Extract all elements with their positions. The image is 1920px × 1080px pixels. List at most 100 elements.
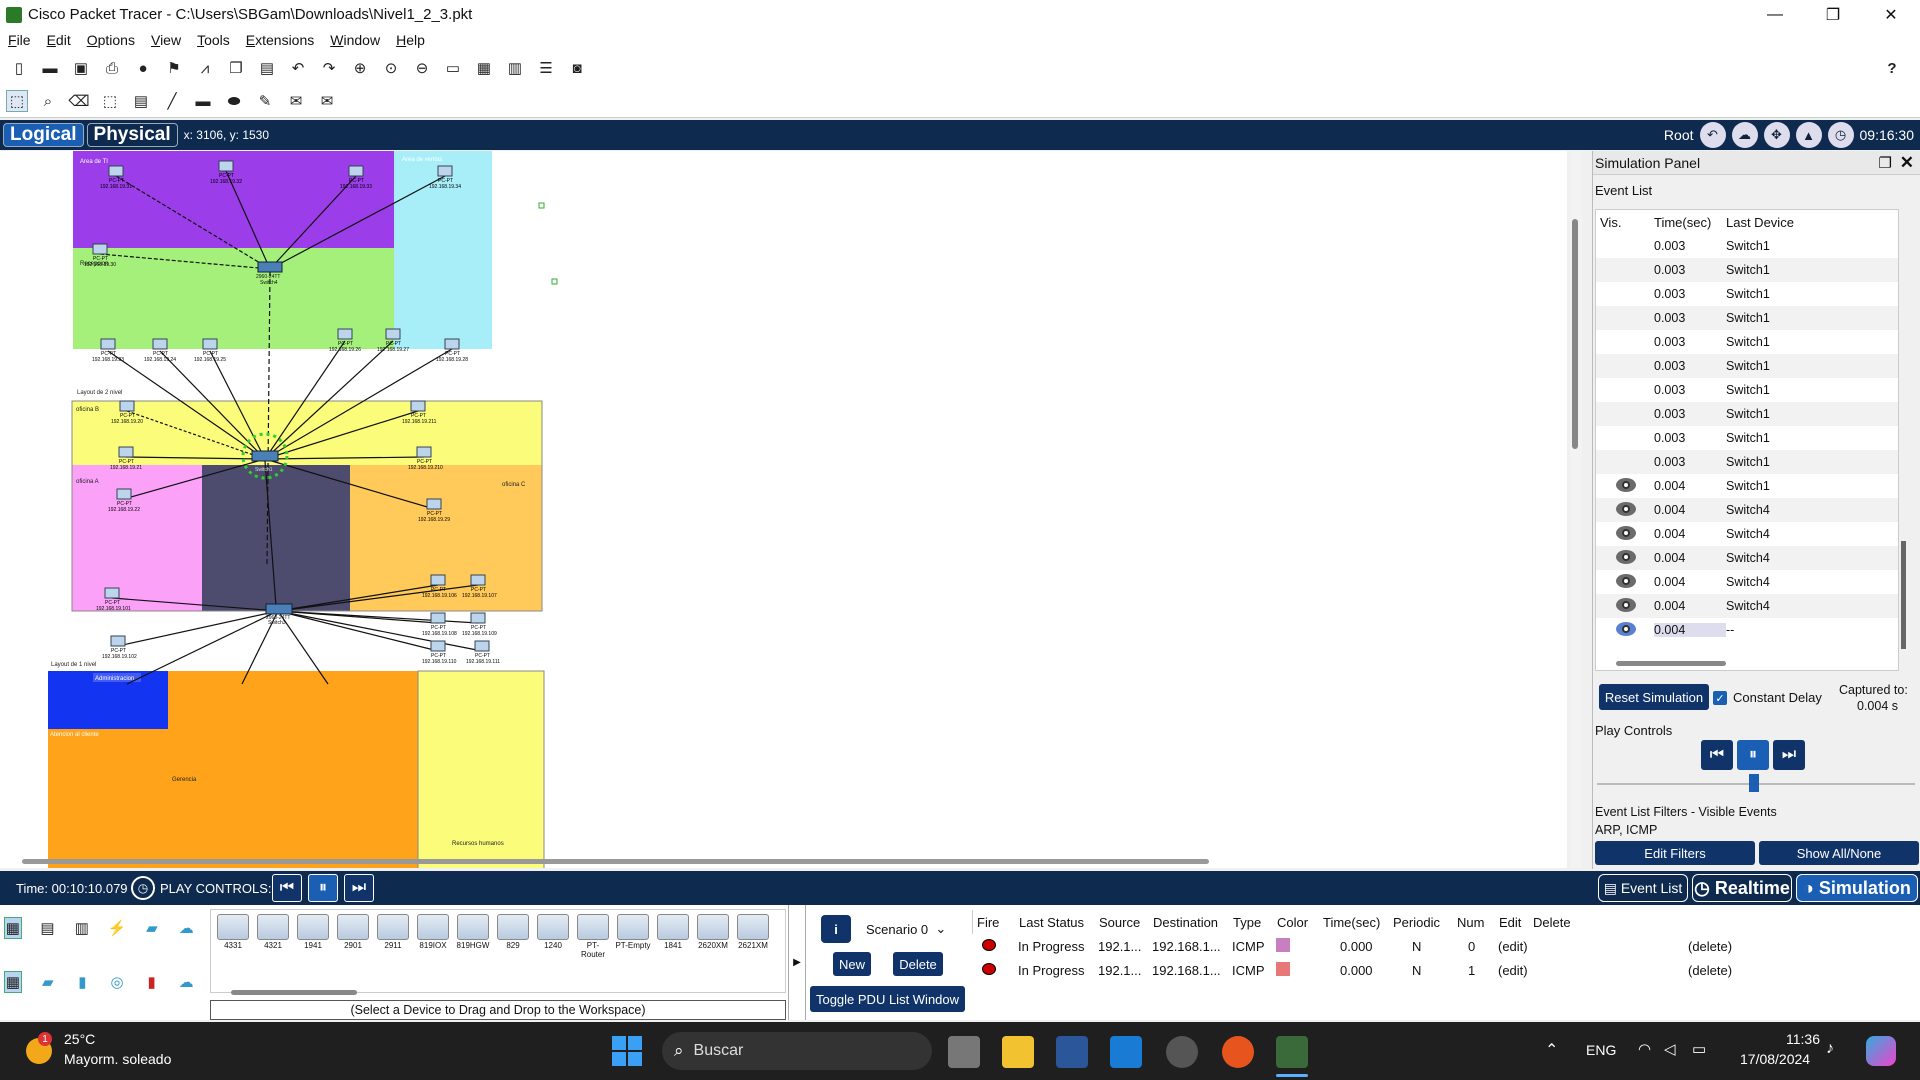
hubs-icon[interactable]: ▮ <box>74 971 92 993</box>
file-explorer-icon[interactable] <box>1002 1036 1034 1068</box>
event-vis[interactable] <box>1596 501 1654 519</box>
menu-file[interactable]: File <box>8 32 31 48</box>
bottom-pause-button[interactable]: ⏸ <box>308 874 338 902</box>
chevron-up-icon[interactable]: ⌃ <box>1545 1040 1558 1060</box>
copy-icon[interactable]: ❐ <box>225 57 247 79</box>
open-folder-icon[interactable]: ▬ <box>39 57 61 79</box>
menu-window[interactable]: Window <box>330 32 380 48</box>
multiuser-icon[interactable]: ☁ <box>178 917 195 939</box>
network-info-icon[interactable]: ⚑ <box>163 57 185 79</box>
end-devices-icon[interactable]: ▤ <box>39 917 56 939</box>
packet-tracer-taskbar-icon[interactable] <box>1276 1036 1308 1068</box>
switch-icon[interactable]: 2960-24TT Switch3 <box>265 603 293 626</box>
workspace-horizontal-scrollbar[interactable] <box>0 855 1567 867</box>
camera-icon[interactable]: ◙ <box>566 57 588 79</box>
pdu-delete-link[interactable]: (delete) <box>1688 939 1768 954</box>
event-row[interactable]: 0.003 Switch1 <box>1596 330 1898 354</box>
eye-icon[interactable] <box>1616 597 1636 612</box>
security-icon[interactable]: ▮ <box>143 971 161 993</box>
device-model-item[interactable]: 4331 <box>215 914 251 954</box>
event-row[interactable]: 0.004 Switch1 <box>1596 474 1898 498</box>
routers-icon[interactable]: ▦ <box>4 971 22 993</box>
device-model-item[interactable]: 819IOX <box>415 914 451 954</box>
pdu-edit-link[interactable]: (edit) <box>1498 939 1688 954</box>
zoom-in-icon[interactable]: ⊕ <box>349 57 371 79</box>
server-icon[interactable]: ☰ <box>535 57 557 79</box>
ellipse-icon[interactable]: ⬬ <box>223 90 245 112</box>
clock-date[interactable]: 17/08/2024 <box>1740 1051 1810 1067</box>
simulation-button[interactable]: ◑ Simulation <box>1796 874 1918 902</box>
help-icon[interactable]: ? <box>1881 57 1903 79</box>
new-scenario-button[interactable]: New <box>833 952 871 976</box>
set-tiled-background-icon[interactable]: ▲ <box>1795 122 1822 148</box>
close-button[interactable]: ✕ <box>1862 0 1920 29</box>
note-icon[interactable]: ▤ <box>130 90 152 112</box>
pc-icon[interactable]: PC-PT192.168.19.109 <box>462 612 497 637</box>
viewport-icon[interactable]: ▥ <box>504 57 526 79</box>
event-row[interactable]: 0.003 Switch1 <box>1596 378 1898 402</box>
forward-step-button[interactable]: ⏭ <box>1773 740 1805 770</box>
event-vis[interactable] <box>1596 525 1654 543</box>
eye-icon[interactable] <box>1616 525 1636 540</box>
search-box[interactable]: ⌕ Buscar <box>662 1032 932 1070</box>
device-model-item[interactable]: 1841 <box>655 914 691 954</box>
miscellaneous-icon[interactable]: ▰ <box>143 917 160 939</box>
pdu-edit-link[interactable]: (edit) <box>1498 963 1688 978</box>
zoom-out-icon[interactable]: ⊖ <box>411 57 433 79</box>
event-row[interactable]: 0.003 Switch1 <box>1596 354 1898 378</box>
event-list-button[interactable]: ▤ Event List <box>1598 874 1688 902</box>
wan-emulation-icon[interactable]: ☁ <box>177 971 195 993</box>
device-model-item[interactable]: 1240 <box>535 914 571 954</box>
freeform-icon[interactable]: ✎ <box>254 90 276 112</box>
event-row[interactable]: 0.004 -- <box>1596 618 1898 642</box>
event-row[interactable]: 0.003 Switch1 <box>1596 234 1898 258</box>
event-row[interactable]: 0.004 Switch4 <box>1596 594 1898 618</box>
menu-edit[interactable]: Edit <box>47 32 71 48</box>
firefox-icon[interactable] <box>1222 1036 1254 1068</box>
resize-icon[interactable]: ⬚ <box>99 90 121 112</box>
simple-pdu-icon[interactable]: ✉ <box>285 90 307 112</box>
rectangle-icon[interactable]: ▬ <box>192 90 214 112</box>
eye-icon[interactable] <box>1616 621 1636 636</box>
physical-tab[interactable]: Physical <box>86 123 178 147</box>
event-vis[interactable] <box>1596 597 1654 615</box>
components-icon[interactable]: ▥ <box>73 917 90 939</box>
move-icon[interactable]: ✥ <box>1763 122 1790 148</box>
edit-filters-button[interactable]: Edit Filters <box>1595 841 1755 865</box>
show-all-none-button[interactable]: Show All/None <box>1759 841 1919 865</box>
constant-delay-checkbox[interactable]: ✓ <box>1713 691 1727 705</box>
event-row[interactable]: 0.004 Switch4 <box>1596 570 1898 594</box>
reset-simulation-button[interactable]: Reset Simulation <box>1599 684 1709 710</box>
complex-pdu-icon[interactable]: ✉ <box>316 90 338 112</box>
minimize-button[interactable]: — <box>1746 0 1804 29</box>
event-vis[interactable] <box>1596 477 1654 495</box>
pdu-row[interactable]: In Progress 192.1... 192.168.1... ICMP 0.000… <box>972 958 1920 982</box>
device-model-item[interactable]: 2620XM <box>695 914 731 954</box>
info-button[interactable]: i <box>821 915 851 943</box>
info-icon[interactable]: ● <box>132 57 154 79</box>
device-model-item[interactable]: 2901 <box>335 914 371 954</box>
playback-speed-thumb[interactable] <box>1749 774 1759 792</box>
pause-button[interactable]: ⏸ <box>1737 740 1769 770</box>
fire-icon[interactable] <box>976 938 1018 954</box>
undock-icon[interactable]: ❐ <box>1879 154 1892 172</box>
menu-tools[interactable]: Tools <box>197 32 230 48</box>
realtime-button[interactable]: ◷ Realtime <box>1692 874 1792 902</box>
zoom-reset-icon[interactable]: ⊙ <box>380 57 402 79</box>
device-model-item[interactable]: 2911 <box>375 914 411 954</box>
logical-workspace[interactable]: Area de TI Area de ventas Recepcion Layo… <box>0 151 1567 868</box>
bottom-back-button[interactable]: ⏮ <box>272 874 302 902</box>
menu-extensions[interactable]: Extensions <box>246 32 315 48</box>
back-icon[interactable]: ↶ <box>1699 122 1726 148</box>
event-row[interactable]: 0.004 Switch4 <box>1596 498 1898 522</box>
close-panel-icon[interactable]: ✕ <box>1900 153 1914 173</box>
notification-bell-icon[interactable]: ♪ <box>1826 1040 1834 1058</box>
device-model-item[interactable]: 4321 <box>255 914 291 954</box>
event-row[interactable]: 0.003 Switch1 <box>1596 306 1898 330</box>
event-row[interactable]: 0.003 Switch1 <box>1596 426 1898 450</box>
toggle-pdu-list-button[interactable]: Toggle PDU List Window <box>810 986 965 1012</box>
cloud-icon[interactable]: ☁ <box>1731 122 1758 148</box>
bottom-forward-button[interactable]: ⏭ <box>344 874 374 902</box>
device-model-item[interactable]: 2621XM <box>735 914 771 954</box>
logical-tab[interactable]: Logical <box>3 123 84 147</box>
